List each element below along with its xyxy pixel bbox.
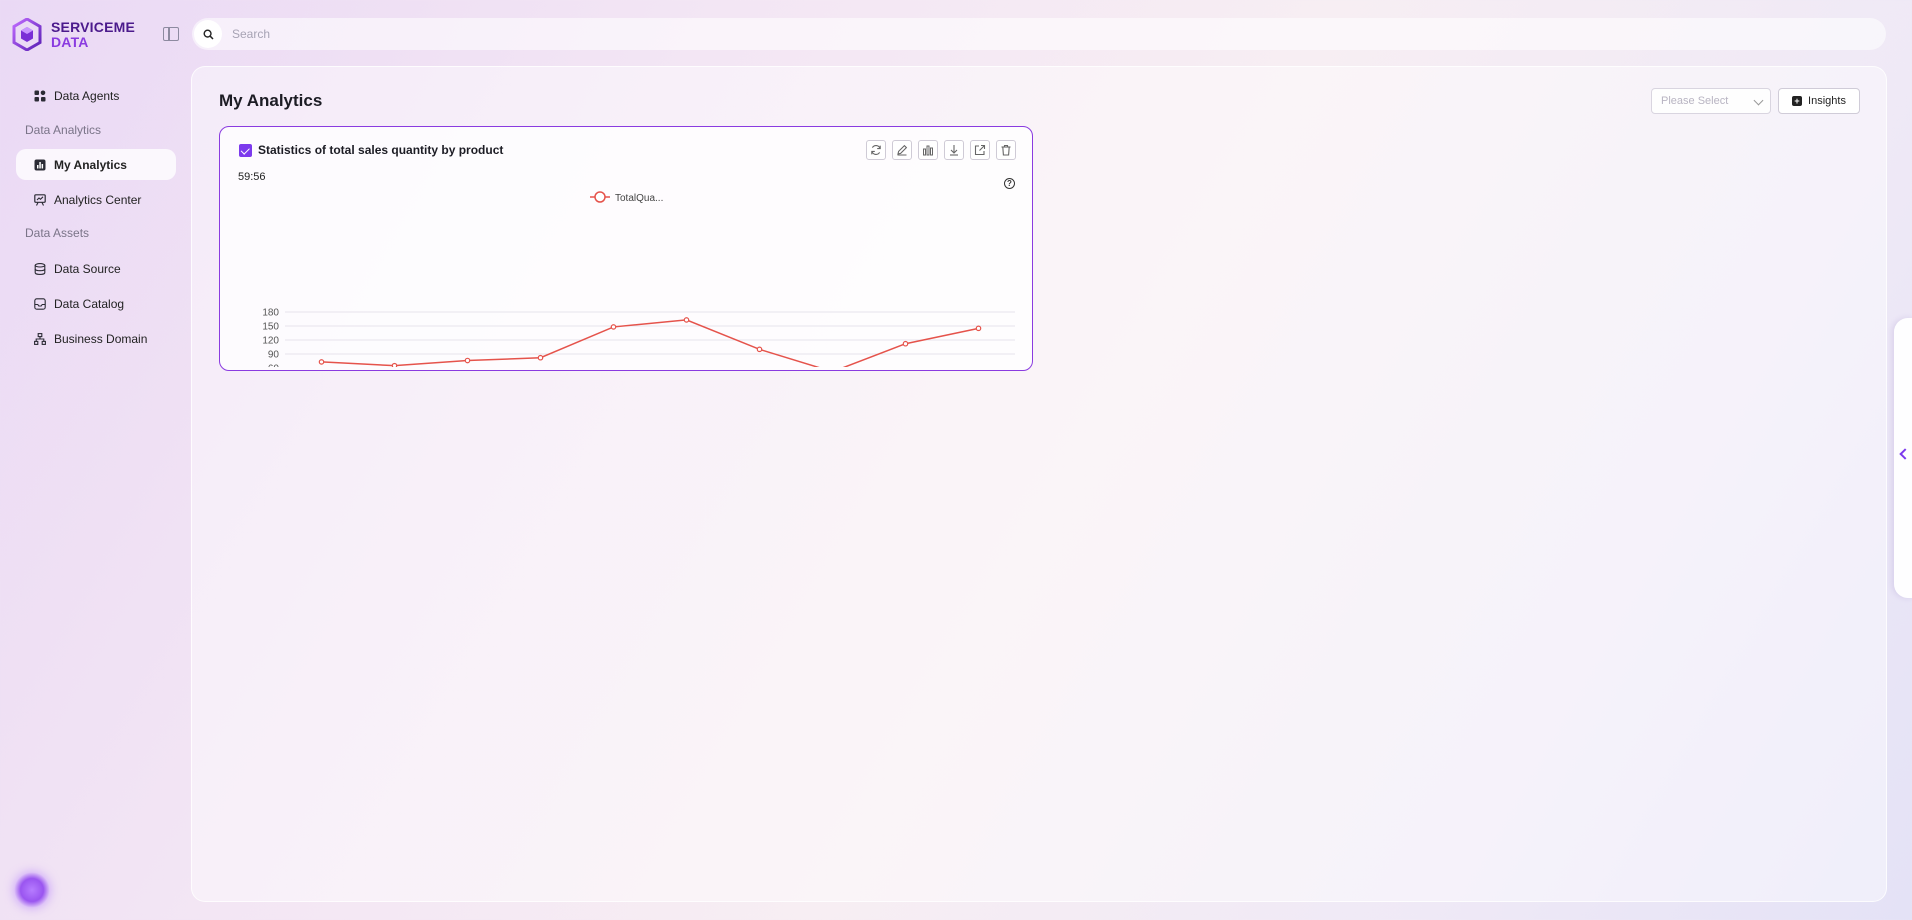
data-point	[683, 317, 690, 323]
hexagon-logo-icon	[12, 18, 42, 51]
series-line	[321, 319, 979, 367]
search-input[interactable]	[232, 27, 1732, 41]
y-tick-label: 180	[262, 308, 279, 319]
y-tick-label: 90	[268, 350, 280, 361]
side-drawer-toggle[interactable]	[1894, 318, 1912, 598]
select-placeholder: Please Select	[1661, 95, 1729, 107]
data-point	[756, 346, 763, 353]
brand-line2: DATA	[51, 33, 89, 50]
data-point	[537, 354, 544, 361]
analytics-icon	[34, 159, 46, 170]
search-bar[interactable]	[192, 18, 1886, 50]
sidebar: SERVICEME DATA Data Agents Data Analytic…	[0, 0, 190, 920]
card-toolbar	[866, 140, 1016, 160]
card-title: Statistics of total sales quantity by pr…	[258, 143, 504, 157]
download-icon[interactable]	[944, 140, 964, 160]
delete-icon[interactable]	[996, 140, 1016, 160]
nav-group-data-analytics: Data Analytics	[25, 123, 102, 137]
search-icon[interactable]	[194, 20, 222, 48]
sidebar-item-label: My Analytics	[54, 157, 127, 172]
y-tick-label: 120	[262, 336, 279, 347]
chevron-down-icon	[1753, 95, 1764, 106]
line-chart: 0306090120150180Canon EF...Canon EF...Ca…	[262, 191, 1015, 368]
sidebar-item-business-domain[interactable]: Business Domain	[16, 323, 176, 354]
y-tick-label: 150	[262, 322, 279, 333]
assistant-orb-button[interactable]	[14, 872, 50, 908]
filter-select[interactable]: Please Select	[1651, 88, 1771, 114]
refresh-icon[interactable]	[866, 140, 886, 160]
data-point	[318, 359, 325, 365]
sidebar-item-label: Data Source	[54, 261, 121, 276]
inbox-icon	[34, 297, 46, 310]
sidebar-item-label: Analytics Center	[54, 192, 142, 207]
presentation-icon	[34, 193, 46, 206]
brand-line1: SERVICEME	[51, 18, 136, 35]
sidebar-item-data-agents[interactable]: Data Agents	[16, 80, 176, 111]
bar-chart-icon[interactable]	[918, 140, 938, 160]
sidebar-item-label: Business Domain	[54, 331, 148, 346]
hierarchy-icon	[34, 332, 46, 345]
sidebar-item-label: Data Catalog	[54, 296, 125, 311]
chevron-left-icon	[1899, 448, 1911, 460]
data-point	[902, 340, 909, 347]
insights-button[interactable]: + Insights	[1778, 88, 1860, 114]
sidebar-item-label: Data Agents	[54, 88, 120, 103]
main-panel: My Analytics Please Select + Insights St…	[191, 66, 1887, 902]
sidebar-item-my-analytics[interactable]: My Analytics	[16, 149, 176, 180]
data-point	[610, 324, 617, 330]
data-point	[391, 362, 398, 367]
sidebar-toggle-icon[interactable]	[163, 27, 179, 41]
brand-logo[interactable]: SERVICEME DATA	[12, 18, 135, 51]
grid-icon	[34, 90, 46, 101]
y-tick-label: 60	[268, 364, 280, 368]
insights-label: Insights	[1808, 95, 1846, 107]
database-icon	[34, 262, 46, 275]
sidebar-item-analytics-center[interactable]: Analytics Center	[16, 184, 176, 215]
analytics-card[interactable]: Statistics of total sales quantity by pr…	[219, 126, 1033, 371]
legend-label: TotalQua...	[615, 193, 663, 204]
sidebar-item-data-catalog[interactable]: Data Catalog	[16, 288, 176, 319]
card-checkbox[interactable]	[239, 144, 252, 157]
sidebar-item-data-source[interactable]: Data Source	[16, 253, 176, 284]
nav-group-data-assets: Data Assets	[25, 226, 90, 240]
data-point	[975, 325, 982, 332]
page-title: My Analytics	[219, 91, 323, 110]
data-point	[464, 357, 471, 364]
legend-marker	[594, 191, 606, 203]
plus-icon: +	[1792, 96, 1803, 106]
edit-icon[interactable]	[892, 140, 912, 160]
external-link-icon[interactable]	[970, 140, 990, 160]
